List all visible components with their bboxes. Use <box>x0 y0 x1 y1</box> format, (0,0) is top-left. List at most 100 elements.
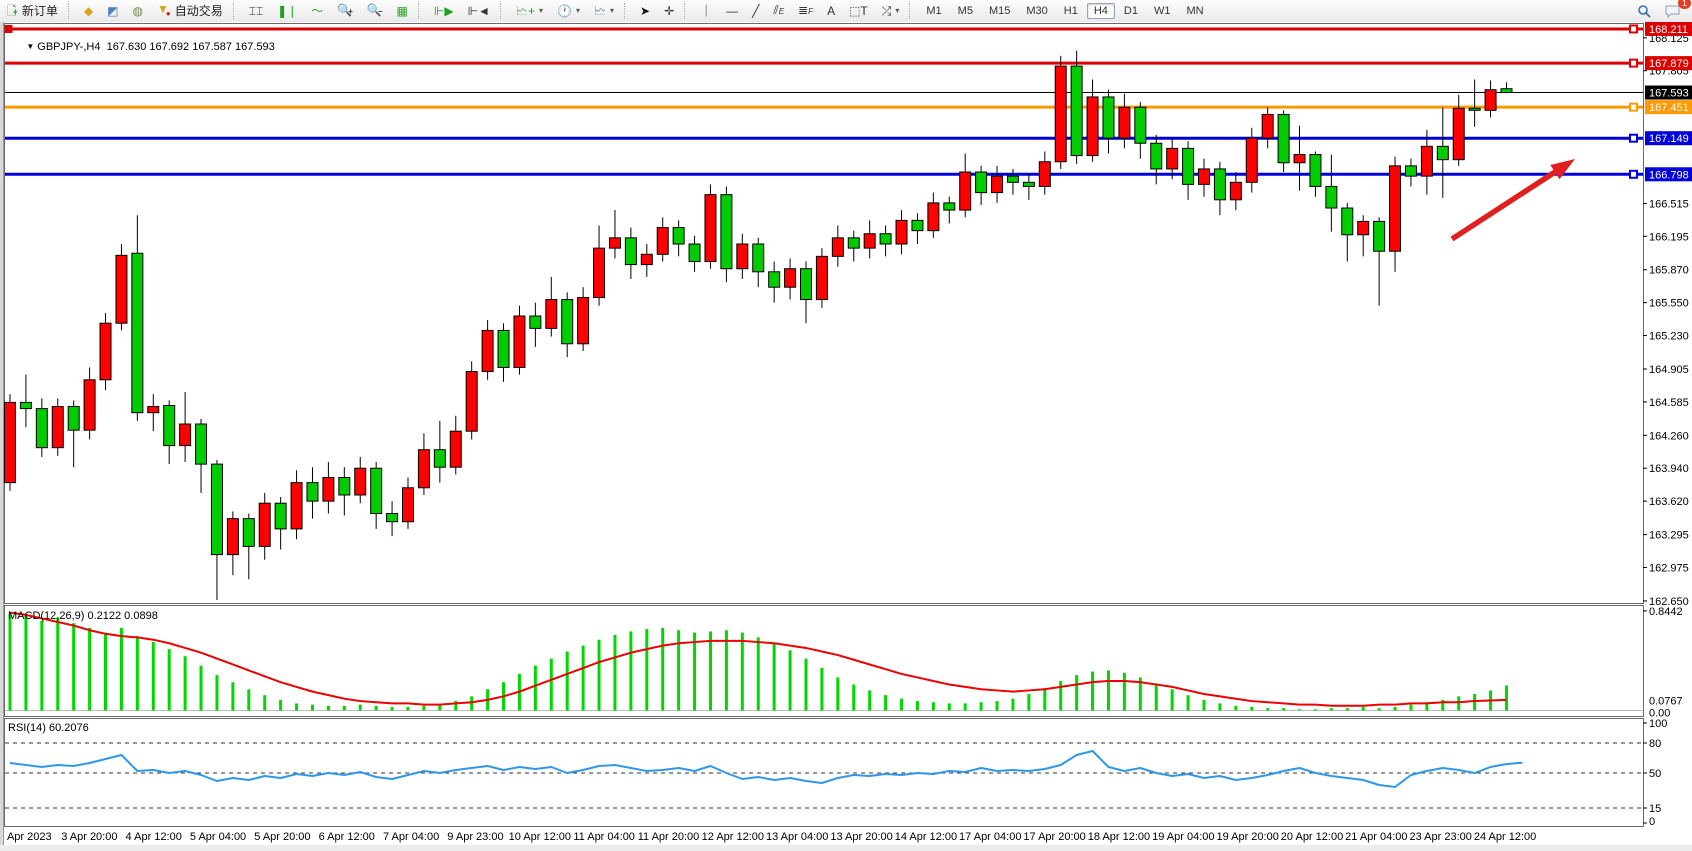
separator <box>418 3 424 19</box>
svg-text:165.870: 165.870 <box>1649 265 1689 277</box>
timeframe-button-h1[interactable]: H1 <box>1057 3 1085 19</box>
chart-area[interactable]: 168.125167.805166.515166.195165.870165.5… <box>0 22 1692 851</box>
svg-text:164.905: 164.905 <box>1649 364 1689 376</box>
hline-icon: — <box>726 4 738 18</box>
separator <box>500 3 506 19</box>
svg-text:13 Apr 20:00: 13 Apr 20:00 <box>830 831 892 843</box>
indicators-button[interactable]: 🗠+▾ <box>510 0 549 22</box>
timeframe-button-m1[interactable]: M1 <box>919 3 948 19</box>
templates-button[interactable]: 🗠▾ <box>588 0 620 22</box>
trendline-tool-button[interactable]: ╱ <box>746 0 765 22</box>
chart-shift-button[interactable]: ⊩◄ <box>462 0 496 22</box>
svg-text:6 Apr 12:00: 6 Apr 12:00 <box>319 831 375 843</box>
chart-canvas[interactable]: 168.125167.805166.515166.195165.870165.5… <box>0 22 1692 851</box>
auto-scroll-icon: ⊩▶ <box>434 4 454 18</box>
bar-chart-button[interactable]: ⌶⌶ <box>243 0 269 22</box>
svg-text:167.879: 167.879 <box>1649 58 1689 70</box>
community-icon: ◩ <box>107 4 118 18</box>
window-left-border <box>0 22 4 845</box>
notifications-button[interactable]: 1 <box>1659 0 1686 22</box>
chart-title[interactable]: ▼GBPJPY-,H4 167.630 167.692 167.587 167.… <box>8 29 275 65</box>
clock-icon: 🕐 <box>557 4 572 18</box>
svg-text:5 Apr 04:00: 5 Apr 04:00 <box>190 831 246 843</box>
timeframe-button-w1[interactable]: W1 <box>1147 3 1178 19</box>
channel-icon: ⫽E <box>773 3 784 19</box>
text-tool-button[interactable]: A <box>821 0 841 22</box>
cursor-button[interactable]: ➤ <box>634 0 656 22</box>
editor-button[interactable]: ◆ <box>78 0 99 22</box>
channel-tool-button[interactable]: ⫽E <box>767 0 790 22</box>
timeframe-button-m5[interactable]: M5 <box>951 3 980 19</box>
svg-text:15: 15 <box>1649 803 1661 815</box>
svg-text:0.8442: 0.8442 <box>1649 606 1683 618</box>
svg-text:3 Apr 2023: 3 Apr 2023 <box>0 831 52 843</box>
zoom-in-button[interactable]: 🔍+ <box>331 0 359 22</box>
svg-text:3 Apr 20:00: 3 Apr 20:00 <box>61 831 117 843</box>
svg-text:19 Apr 20:00: 19 Apr 20:00 <box>1216 831 1278 843</box>
svg-text:19 Apr 04:00: 19 Apr 04:00 <box>1152 831 1214 843</box>
svg-text:17 Apr 20:00: 17 Apr 20:00 <box>1023 831 1085 843</box>
svg-text:164.260: 164.260 <box>1649 430 1689 442</box>
svg-text:9 Apr 23:00: 9 Apr 23:00 <box>447 831 503 843</box>
svg-text:166.798: 166.798 <box>1649 169 1689 181</box>
svg-text:167.149: 167.149 <box>1649 133 1689 145</box>
template-icon: 🗠 <box>594 4 606 18</box>
svg-text:167.451: 167.451 <box>1649 102 1689 114</box>
periods-button[interactable]: 🕐▾ <box>551 0 586 22</box>
tile-windows-button[interactable]: ▦ <box>391 0 414 22</box>
chart-shift-icon: ⊩◄ <box>468 4 490 18</box>
timeframe-button-d1[interactable]: D1 <box>1117 3 1145 19</box>
notification-badge: 1 <box>1678 0 1691 9</box>
label-tool-button[interactable]: ⬚T <box>843 0 874 22</box>
autotrading-icon: ▼● <box>157 2 171 21</box>
svg-text:24 Apr 12:00: 24 Apr 12:00 <box>1474 831 1536 843</box>
svg-text:13 Apr 04:00: 13 Apr 04:00 <box>766 831 828 843</box>
svg-text:165.550: 165.550 <box>1649 298 1689 310</box>
timeframe-toolbar: M1M5M15M30H1H4D1W1MN <box>918 3 1211 19</box>
svg-text:11 Apr 20:00: 11 Apr 20:00 <box>638 831 700 843</box>
crosshair-button[interactable]: ✛ <box>658 0 680 22</box>
svg-text:166.515: 166.515 <box>1649 198 1689 210</box>
vline-tool-button[interactable]: ｜ <box>694 0 718 22</box>
toolbar: 🗋+ 新订单 ◆ ◩ ◍ ▼● 自动交易 ⌶⌶ ❚❘ 〜 🔍+ 🔍− ▦ ⊩▶ … <box>0 0 1692 23</box>
svg-text:80: 80 <box>1649 738 1661 750</box>
svg-text:5 Apr 20:00: 5 Apr 20:00 <box>254 831 310 843</box>
editor-icon: ◆ <box>84 4 93 18</box>
signals-button[interactable]: ◍ <box>127 0 149 22</box>
svg-text:0.0767: 0.0767 <box>1649 695 1683 707</box>
rsi-indicator-label: RSI(14) 60.2076 <box>8 722 89 734</box>
indicators-icon: 🗠+ <box>516 4 535 18</box>
text-icon: A <box>827 4 835 18</box>
svg-text:23 Apr 23:00: 23 Apr 23:00 <box>1410 831 1472 843</box>
autotrading-label: 自动交易 <box>175 2 223 20</box>
svg-text:163.940: 163.940 <box>1649 463 1689 475</box>
search-button[interactable] <box>1631 0 1657 22</box>
timeframe-button-h4[interactable]: H4 <box>1087 3 1115 19</box>
cursor-icon: ➤ <box>640 4 650 18</box>
separator <box>909 3 915 19</box>
auto-scroll-button[interactable]: ⊩▶ <box>428 0 460 22</box>
timeframe-button-m30[interactable]: M30 <box>1019 3 1054 19</box>
new-order-button[interactable]: 🗋+ 新订单 <box>1 0 64 22</box>
new-order-icon: 🗋+ <box>7 4 18 19</box>
svg-text:100: 100 <box>1649 718 1667 730</box>
timeframe-button-m15[interactable]: M15 <box>982 3 1017 19</box>
line-chart-button[interactable]: 〜 <box>305 0 329 22</box>
candle-chart-button[interactable]: ❚❘ <box>271 0 303 22</box>
svg-text:50: 50 <box>1649 768 1661 780</box>
zoom-out-button[interactable]: 🔍− <box>361 0 389 22</box>
svg-text:168.211: 168.211 <box>1649 24 1688 36</box>
svg-text:162.975: 162.975 <box>1649 562 1689 574</box>
timeframe-button-mn[interactable]: MN <box>1179 3 1210 19</box>
fibonacci-tool-button[interactable]: ≣F <box>792 0 819 22</box>
vline-icon: ｜ <box>700 4 712 18</box>
autotrading-button[interactable]: ▼● 自动交易 <box>151 0 229 22</box>
hline-tool-button[interactable]: — <box>720 0 744 22</box>
mt4-window: 🗋+ 新订单 ◆ ◩ ◍ ▼● 自动交易 ⌶⌶ ❚❘ 〜 🔍+ 🔍− ▦ ⊩▶ … <box>0 0 1692 851</box>
shapes-tool-button[interactable]: ⤮▾ <box>876 0 906 22</box>
new-order-label: 新订单 <box>22 2 58 20</box>
window-bottom-strip <box>0 845 1692 851</box>
svg-text:0: 0 <box>1649 816 1655 828</box>
community-button[interactable]: ◩ <box>101 0 124 22</box>
chat-bubble-icon <box>1665 5 1680 18</box>
